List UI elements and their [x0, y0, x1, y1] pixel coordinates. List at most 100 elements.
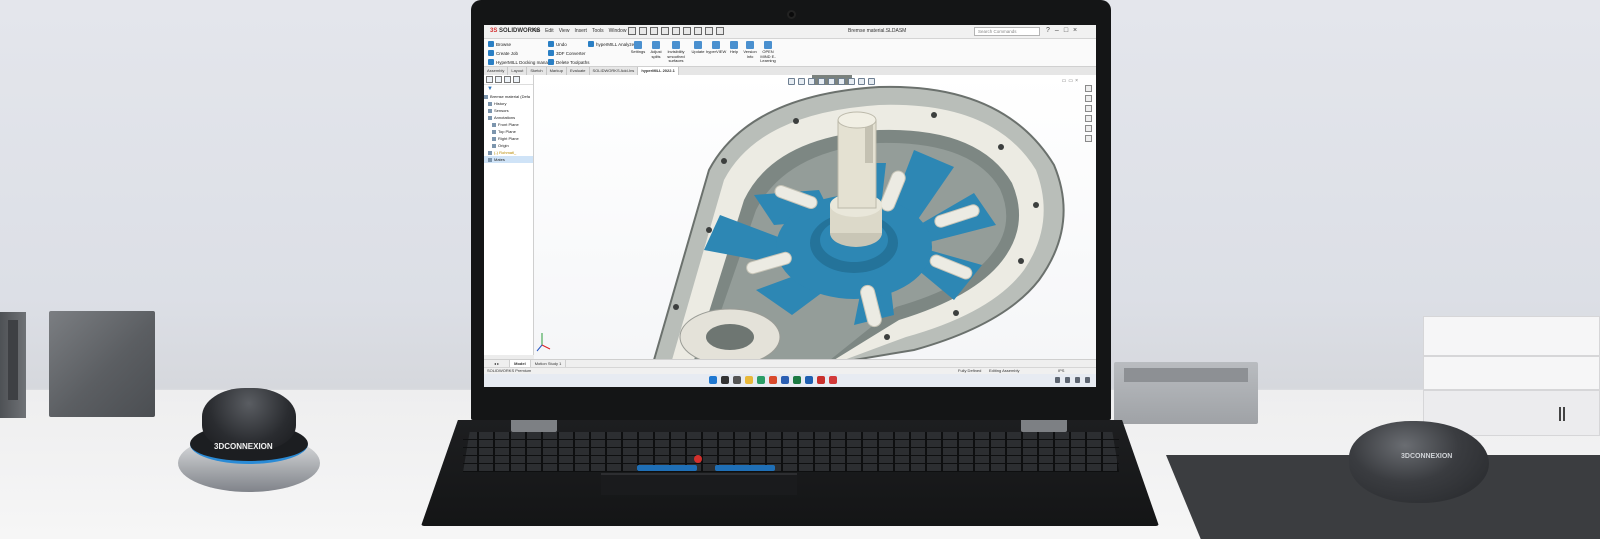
section-view-icon[interactable]	[818, 78, 825, 85]
scene-icon[interactable]	[868, 78, 875, 85]
word-icon[interactable]	[781, 376, 789, 384]
trackpoint-right-button[interactable]	[715, 465, 775, 471]
tab-sketch[interactable]: Sketch	[527, 67, 547, 75]
view-orientation-icon[interactable]	[828, 78, 835, 85]
tree-node-front-plane[interactable]: Front Plane	[484, 121, 533, 128]
feature-manager-tree: ▼ Bremse material (Defa History Sensors …	[484, 75, 534, 359]
nav-arrows[interactable]: ◂ ▸	[484, 360, 511, 367]
config-icon[interactable]	[504, 76, 511, 83]
search-input[interactable]: Search Commands	[974, 27, 1040, 36]
file-explorer-taskbar-icon[interactable]	[745, 376, 753, 384]
previous-view-icon[interactable]	[808, 78, 815, 85]
tab-layout[interactable]: Layout	[508, 67, 528, 75]
appearance-icon[interactable]	[858, 78, 865, 85]
view-palette-icon[interactable]	[1085, 115, 1092, 122]
tab-assembly[interactable]: Assembly	[484, 67, 509, 75]
chevron-up-icon[interactable]	[1055, 377, 1060, 383]
edge-icon[interactable]	[757, 376, 765, 384]
volume-icon[interactable]	[1075, 377, 1080, 383]
zoom-fit-icon[interactable]	[788, 78, 795, 85]
tree-node-rohmatl[interactable]: (-) Rohmatl_	[484, 149, 533, 156]
tree-node-mates[interactable]: Mates	[484, 156, 533, 163]
solidworks-taskbar-icon[interactable]	[817, 376, 825, 384]
elearning-button[interactable]: OPEN MIND E-Learning	[758, 41, 778, 64]
browse-button[interactable]: Browse	[488, 40, 554, 48]
touchpad[interactable]	[601, 473, 797, 495]
resources-icon[interactable]	[1085, 85, 1092, 92]
menu-file[interactable]: File	[532, 28, 540, 36]
custom-properties-icon[interactable]	[1085, 135, 1092, 142]
search-icon[interactable]	[721, 376, 729, 384]
options-icon[interactable]	[716, 27, 724, 35]
gear-pump-model	[536, 75, 1065, 359]
windows-start-icon[interactable]	[709, 376, 717, 384]
tab-markup[interactable]: Markup	[547, 67, 567, 75]
converter-button[interactable]: 3DF Converter	[548, 49, 589, 57]
print-icon[interactable]	[672, 27, 680, 35]
display-style-icon[interactable]	[838, 78, 845, 85]
appearances-icon[interactable]	[1085, 125, 1092, 132]
battery-icon[interactable]	[1085, 377, 1090, 383]
tab-model[interactable]: Model	[510, 360, 531, 367]
undo-icon[interactable]	[683, 27, 691, 35]
tree-root[interactable]: Bremse material (Defa	[484, 93, 533, 100]
trackpoint[interactable]	[694, 455, 702, 463]
design-library-icon[interactable]	[1085, 95, 1092, 102]
close-button[interactable]: ×	[1073, 27, 1077, 35]
settings-button[interactable]: Settings	[628, 41, 648, 55]
property-icon[interactable]	[495, 76, 502, 83]
select-icon[interactable]	[705, 27, 713, 35]
save-icon[interactable]	[661, 27, 669, 35]
redo-icon[interactable]	[694, 27, 702, 35]
docking-manager-button[interactable]: HyperMILL Docking manager	[488, 58, 554, 66]
hypermill-taskbar-icon[interactable]	[829, 376, 837, 384]
tree-node-origin[interactable]: Origin	[484, 142, 533, 149]
minimize-button[interactable]: –	[1055, 27, 1059, 35]
maximize-button[interactable]: □	[1064, 27, 1068, 35]
chrome-icon[interactable]	[769, 376, 777, 384]
hyperview-button[interactable]: hyperVIEW	[706, 41, 726, 55]
open-icon[interactable]	[650, 27, 658, 35]
tree-node-sensors[interactable]: Sensors	[484, 107, 533, 114]
tree-node-right-plane[interactable]: Right Plane	[484, 135, 533, 142]
tab-hypermill[interactable]: hyperMILL 2022.1	[638, 67, 679, 75]
windows-taskbar	[484, 374, 1096, 387]
menu-view[interactable]: View	[559, 28, 570, 36]
drive-shaft	[830, 111, 882, 247]
tree-node-top-plane[interactable]: Top Plane	[484, 128, 533, 135]
home-icon[interactable]	[628, 27, 636, 35]
zoom-area-icon[interactable]	[798, 78, 805, 85]
outlook-icon[interactable]	[805, 376, 813, 384]
graphics-viewport[interactable]: ▭▭×	[534, 75, 1096, 359]
task-view-icon[interactable]	[733, 376, 741, 384]
viewport-window-controls[interactable]: ▭▭×	[1062, 78, 1080, 84]
adjust-splits-button[interactable]: Adjust splits	[646, 41, 666, 59]
create-job-button[interactable]: Create Job	[488, 49, 554, 57]
hide-show-icon[interactable]	[848, 78, 855, 85]
tab-motion-study[interactable]: Motion Study 1	[531, 360, 567, 367]
delete-toolpaths-button[interactable]: Delete Toolpaths	[548, 58, 589, 66]
tab-addins[interactable]: SOLIDWORKS Add-Ins	[590, 67, 639, 75]
update-button[interactable]: Update	[688, 41, 708, 55]
tree-node-annotations[interactable]: Annotations	[484, 114, 533, 121]
version-info-button[interactable]: Version Info	[740, 41, 760, 59]
file-explorer-icon[interactable]	[1085, 105, 1092, 112]
trackpoint-left-button[interactable]	[637, 465, 697, 471]
invisibility-button[interactable]: Invisibility smoothed surfaces	[664, 41, 688, 64]
menu-tools[interactable]: Tools	[592, 28, 604, 36]
menu-edit[interactable]: Edit	[545, 28, 554, 36]
menu-window[interactable]: Window	[609, 28, 627, 36]
help-icon[interactable]: ?	[1046, 27, 1050, 35]
dim-icon[interactable]	[513, 76, 520, 83]
excel-icon[interactable]	[793, 376, 801, 384]
menu-insert[interactable]: Insert	[574, 28, 587, 36]
new-icon[interactable]	[639, 27, 647, 35]
tree-node-history[interactable]: History	[484, 100, 533, 107]
undo-button[interactable]: Undo	[548, 40, 589, 48]
filter-icon[interactable]: ▼	[484, 85, 533, 93]
concrete-tray	[1114, 362, 1258, 424]
document-title: Bremse material.SLDASM	[848, 28, 907, 34]
feature-tree-icon[interactable]	[486, 76, 493, 83]
tab-evaluate[interactable]: Evaluate	[567, 67, 590, 75]
wifi-icon[interactable]	[1065, 377, 1070, 383]
